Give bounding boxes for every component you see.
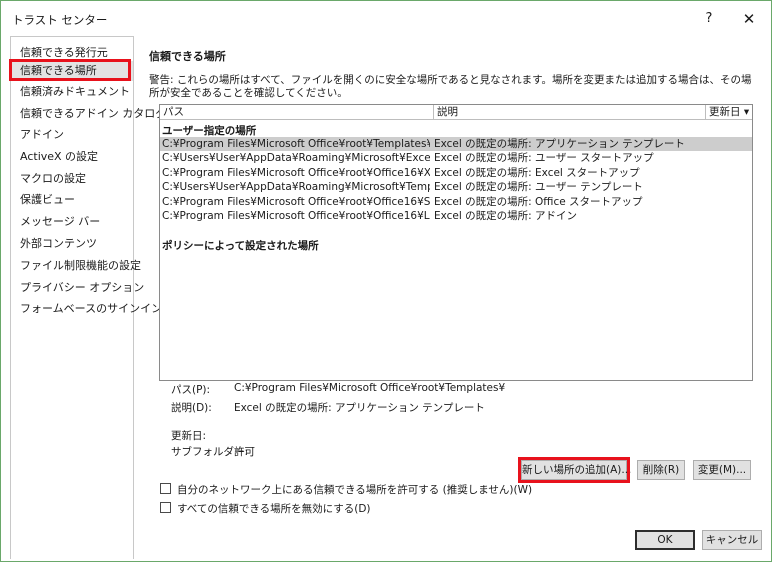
cancel-button[interactable]: キャンセル: [702, 530, 762, 550]
path-value: C:¥Program Files¥Microsoft Office¥root¥T…: [234, 382, 506, 394]
network-locations-checkbox[interactable]: [160, 483, 171, 494]
row-path: C:¥Program Files¥Microsoft Office¥root¥O…: [162, 196, 430, 208]
row-path: C:¥Users¥User¥AppData¥Roaming¥Microsoft¥…: [162, 152, 430, 164]
add-location-button[interactable]: 新しい場所の追加(A)...: [521, 460, 631, 480]
subfolder-value: 許可: [234, 446, 255, 458]
row-desc: Excel の既定の場所: アプリケーション テンプレート: [434, 138, 685, 150]
trust-center-dialog: トラスト センター ? ✕ 信頼できる発行元 信頼できる場所 信頼済みドキュメン…: [0, 0, 772, 562]
remove-button[interactable]: 削除(R): [637, 460, 685, 480]
group-policy-locations: ポリシーによって設定された場所: [162, 240, 319, 252]
column-header-path[interactable]: パス: [160, 105, 434, 120]
warning-text: 警告: これらの場所はすべて、ファイルを開くのに安全な場所であると見なされます。…: [149, 74, 752, 99]
sidebar-item-message-bar[interactable]: メッセージ バー: [11, 212, 133, 232]
sidebar: 信頼できる発行元 信頼できる場所 信頼済みドキュメント 信頼できるアドイン カタ…: [10, 36, 166, 559]
desc-value: Excel の既定の場所: アプリケーション テンプレート: [234, 402, 485, 414]
row-desc: Excel の既定の場所: アドイン: [434, 210, 578, 222]
help-button[interactable]: ?: [699, 9, 719, 29]
table-row[interactable]: C:¥Program Files¥Microsoft Office¥root¥O…: [160, 209, 752, 223]
sidebar-item-trusted-locations[interactable]: 信頼できる場所: [11, 61, 133, 81]
row-desc: Excel の既定の場所: ユーザー テンプレート: [434, 181, 643, 193]
section-title: 信頼できる場所: [149, 50, 226, 63]
table-row[interactable]: C:¥Users¥User¥AppData¥Roaming¥Microsoft¥…: [160, 180, 752, 194]
row-path: C:¥Users¥User¥AppData¥Roaming¥Microsoft¥…: [162, 181, 430, 193]
sidebar-item-external-content[interactable]: 外部コンテンツ: [11, 234, 133, 254]
table-row[interactable]: C:¥Program Files¥Microsoft Office¥root¥O…: [160, 195, 752, 209]
path-label: パス(P):: [171, 384, 211, 396]
disable-all-label[interactable]: すべての信頼できる場所を無効にする(D): [177, 501, 371, 516]
window-title: トラスト センター: [12, 13, 108, 27]
column-header-date[interactable]: 更新日 ▾: [706, 105, 752, 120]
sidebar-item-protected-view[interactable]: 保護ビュー: [11, 190, 133, 210]
disable-all-checkbox[interactable]: [160, 502, 171, 513]
close-icon[interactable]: ✕: [739, 9, 759, 29]
sidebar-item-addins[interactable]: アドイン: [11, 125, 133, 145]
row-path: C:¥Program Files¥Microsoft Office¥root¥T…: [162, 138, 430, 150]
title-bar: トラスト センター ? ✕: [2, 2, 770, 34]
sidebar-item-form-signin[interactable]: フォームベースのサインイン: [11, 299, 162, 319]
row-desc: Excel の既定の場所: Excel スタートアップ: [434, 167, 640, 179]
sidebar-item-macro[interactable]: マクロの設定: [11, 169, 133, 189]
row-desc: Excel の既定の場所: Office スタートアップ: [434, 196, 643, 208]
network-locations-label[interactable]: 自分のネットワーク上にある信頼できる場所を許可する (推奨しません)(W): [177, 482, 532, 497]
sidebar-item-trusted-addin-catalogs[interactable]: 信頼できるアドイン カタログ: [11, 104, 166, 124]
row-desc: Excel の既定の場所: ユーザー スタートアップ: [434, 152, 654, 164]
desc-label: 説明(D):: [171, 402, 212, 414]
row-path: C:¥Program Files¥Microsoft Office¥root¥O…: [162, 210, 430, 222]
table-row[interactable]: C:¥Users¥User¥AppData¥Roaming¥Microsoft¥…: [160, 151, 752, 165]
modify-button[interactable]: 変更(M)...: [693, 460, 751, 480]
column-header-desc[interactable]: 説明: [434, 105, 706, 120]
sidebar-item-trusted-publishers[interactable]: 信頼できる発行元: [11, 43, 133, 63]
date-label: 更新日:: [171, 430, 207, 442]
sidebar-item-activex[interactable]: ActiveX の設定: [11, 147, 133, 167]
sidebar-item-trusted-documents[interactable]: 信頼済みドキュメント: [11, 82, 133, 102]
table-row[interactable]: C:¥Program Files¥Microsoft Office¥root¥O…: [160, 166, 752, 180]
sidebar-item-file-block[interactable]: ファイル制限機能の設定: [11, 256, 141, 276]
ok-button[interactable]: OK: [635, 530, 695, 550]
sidebar-item-privacy[interactable]: プライバシー オプション: [11, 278, 144, 298]
locations-table: パス 説明 更新日 ▾ ユーザー指定の場所 C:¥Program Files¥M…: [159, 104, 753, 381]
row-path: C:¥Program Files¥Microsoft Office¥root¥O…: [162, 167, 430, 179]
table-row[interactable]: C:¥Program Files¥Microsoft Office¥root¥T…: [160, 137, 752, 151]
group-user-locations: ユーザー指定の場所: [162, 125, 257, 137]
